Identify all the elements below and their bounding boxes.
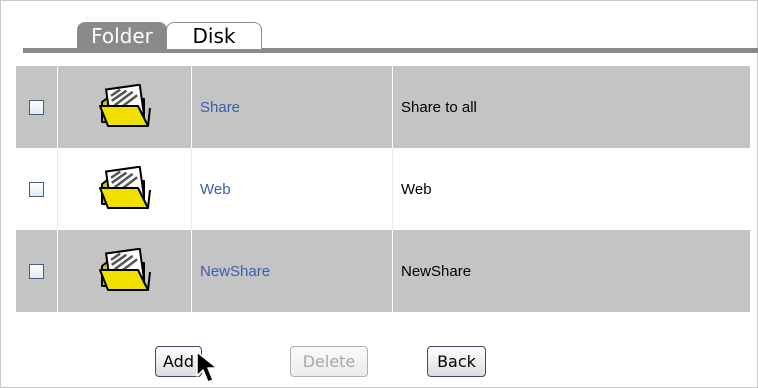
tab-disk[interactable]: Disk	[166, 22, 262, 49]
name-cell: Web	[191, 148, 392, 230]
table-row: NewShare NewShare	[16, 230, 750, 312]
folder-icon	[98, 248, 151, 291]
description-cell: NewShare	[392, 230, 750, 312]
name-cell: NewShare	[191, 230, 392, 312]
mouse-pointer-icon	[196, 351, 218, 383]
checkbox-cell	[16, 66, 57, 148]
name-cell: Share	[191, 66, 392, 148]
checkbox-cell	[16, 230, 57, 312]
row-checkbox[interactable]	[29, 181, 44, 197]
checkbox-cell	[16, 148, 57, 230]
share-name-link[interactable]: Share	[200, 99, 240, 116]
folder-icon	[98, 84, 151, 127]
table-row: Web Web	[16, 148, 750, 230]
back-button[interactable]: Back	[427, 346, 486, 377]
share-name-link[interactable]: NewShare	[200, 263, 270, 280]
description-cell: Share to all	[392, 66, 750, 148]
folder-icon	[98, 166, 151, 209]
row-checkbox[interactable]	[29, 99, 44, 115]
description-cell: Web	[392, 148, 750, 230]
table-row: Share Share to all	[16, 66, 750, 148]
share-description: NewShare	[401, 262, 472, 280]
share-name-link[interactable]: Web	[200, 181, 231, 198]
tab-folder[interactable]: Folder	[77, 22, 167, 49]
icon-cell	[57, 230, 191, 312]
icon-cell	[57, 66, 191, 148]
icon-cell	[57, 148, 191, 230]
window-frame: Folder Disk Share Share to all Web Web N…	[0, 0, 758, 388]
row-checkbox[interactable]	[29, 263, 44, 279]
share-description: Web	[401, 180, 432, 198]
delete-button[interactable]: Delete	[290, 346, 368, 377]
share-description: Share to all	[401, 98, 477, 116]
